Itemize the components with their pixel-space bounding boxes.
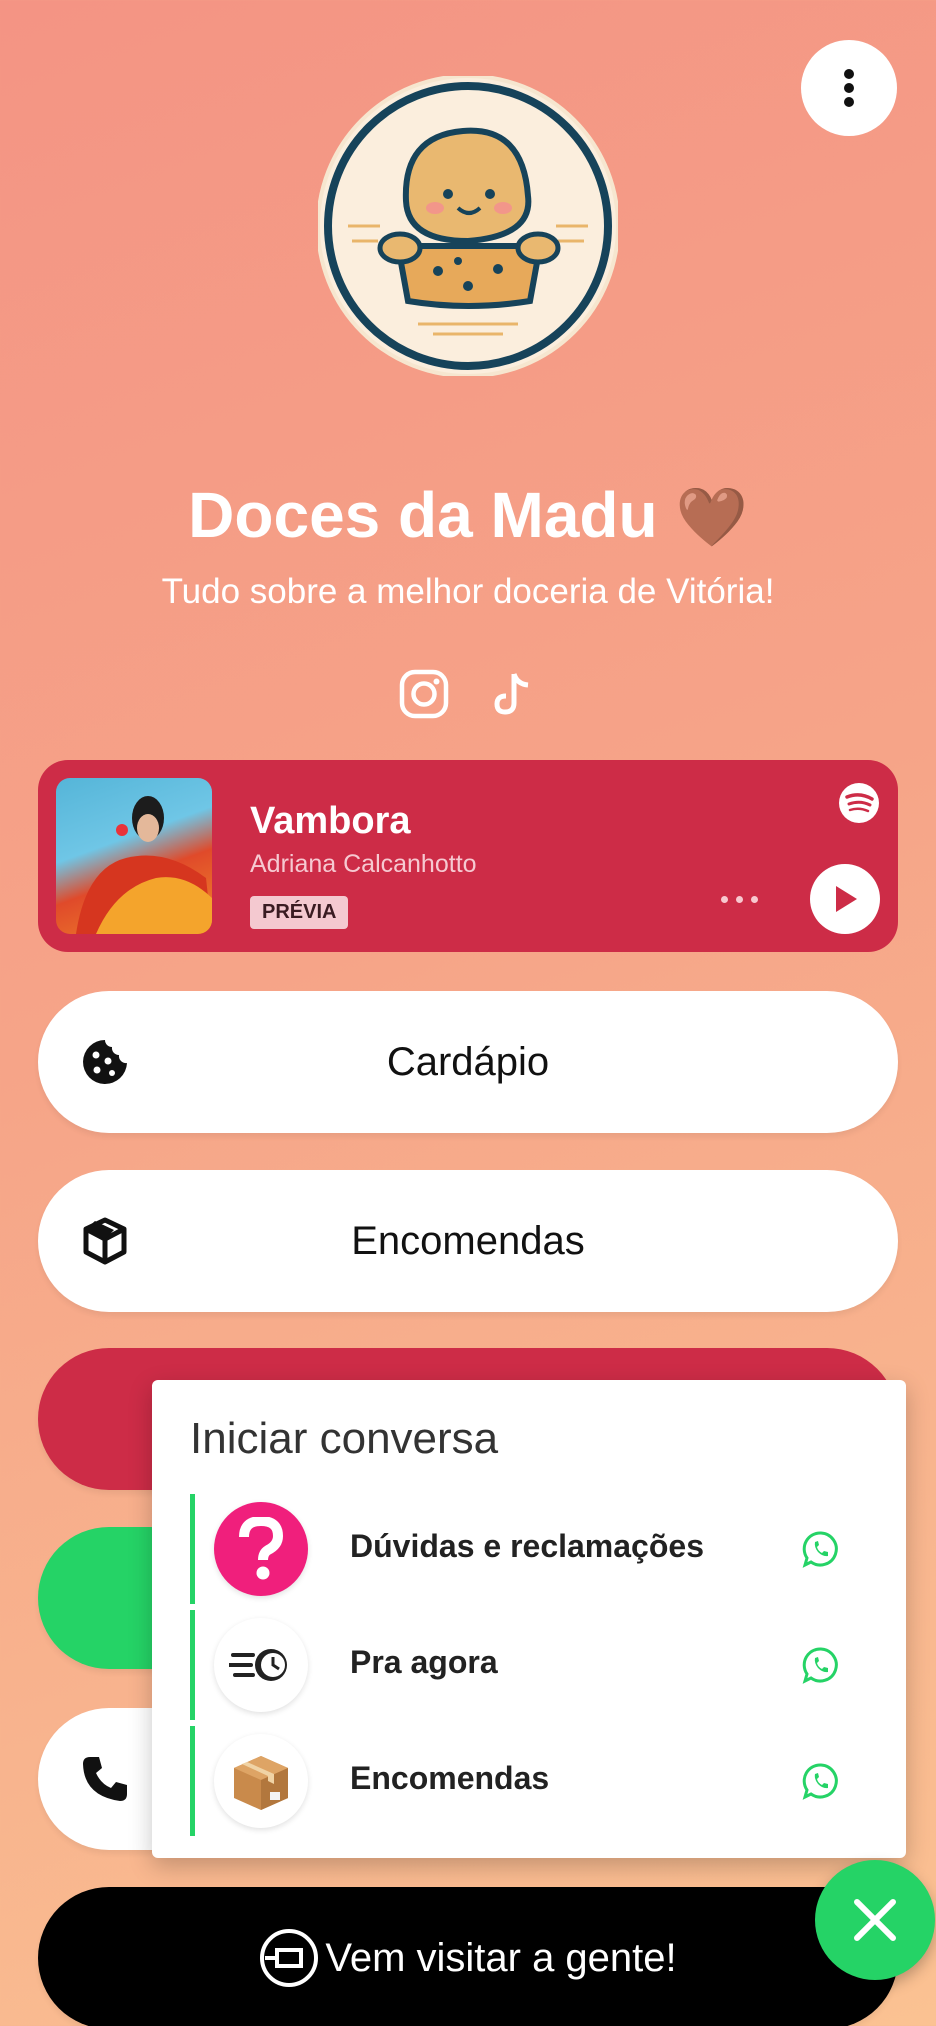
visit-button[interactable]: Vem visitar a gente!	[38, 1887, 898, 2026]
more-options-button[interactable]	[801, 40, 897, 136]
whatsapp-icon	[802, 1647, 838, 1684]
chat-item-bar	[190, 1610, 195, 1720]
more-vertical-icon	[844, 69, 854, 107]
cookie-logo	[318, 76, 618, 376]
profile-bio: Tudo sobre a melhor doceria de Vitória!	[161, 572, 775, 611]
profile-name: Doces da Madu 🤎	[0, 478, 936, 552]
instagram-icon[interactable]	[398, 668, 450, 720]
whatsapp-icon	[802, 1531, 838, 1568]
spotify-icon[interactable]	[838, 782, 880, 824]
map-sign-icon	[260, 1929, 319, 1987]
popover-title: Iniciar conversa	[190, 1414, 499, 1463]
artist-name[interactable]: Adriana Calcanhotto	[250, 850, 477, 879]
chat-item-bar	[190, 1726, 195, 1836]
visit-label: Vem visitar a gente!	[325, 1935, 677, 1980]
close-chat-button[interactable]	[815, 1860, 935, 1980]
close-icon	[854, 1899, 896, 1941]
chat-item-label: Encomendas	[350, 1760, 550, 1796]
encomendas-button[interactable]: Encomendas	[38, 1170, 898, 1312]
song-title: Vambora	[250, 800, 411, 842]
chat-item-bar	[190, 1494, 195, 1604]
brown-heart-icon: 🤎	[675, 485, 748, 550]
play-button[interactable]	[810, 864, 880, 934]
chat-item-label: Dúvidas e reclamações	[350, 1528, 704, 1564]
box-icon	[83, 1217, 127, 1265]
chat-item-duvidas[interactable]: Dúvidas e reclamações	[190, 1494, 870, 1604]
more-horizontal-icon[interactable]	[721, 896, 758, 903]
question-icon	[214, 1502, 308, 1596]
whatsapp-icon	[802, 1763, 838, 1800]
play-icon	[836, 886, 857, 912]
profile-avatar	[318, 76, 618, 376]
phone-icon	[83, 1757, 127, 1801]
package-icon	[214, 1734, 308, 1828]
preview-badge: PRÉVIA	[250, 896, 349, 929]
album-cover	[56, 778, 212, 934]
encomendas-label: Encomendas	[351, 1218, 585, 1263]
chat-item-encomendas[interactable]: Encomendas	[190, 1726, 870, 1836]
whatsapp-chat-popover: Iniciar conversa Dúvidas e reclamações P…	[152, 1380, 906, 1858]
chat-item-label: Pra agora	[350, 1644, 498, 1680]
cookie-icon	[83, 1040, 127, 1084]
chat-item-pra-agora[interactable]: Pra agora	[190, 1610, 870, 1720]
tiktok-icon[interactable]	[486, 668, 538, 720]
cardapio-button[interactable]: Cardápio	[38, 991, 898, 1133]
spotify-embed[interactable]: Vambora Adriana Calcanhotto PRÉVIA	[38, 760, 898, 952]
profile-name-text: Doces da Madu	[188, 479, 658, 551]
fast-clock-icon	[214, 1618, 308, 1712]
cardapio-label: Cardápio	[386, 1039, 550, 1084]
social-links	[0, 668, 936, 720]
